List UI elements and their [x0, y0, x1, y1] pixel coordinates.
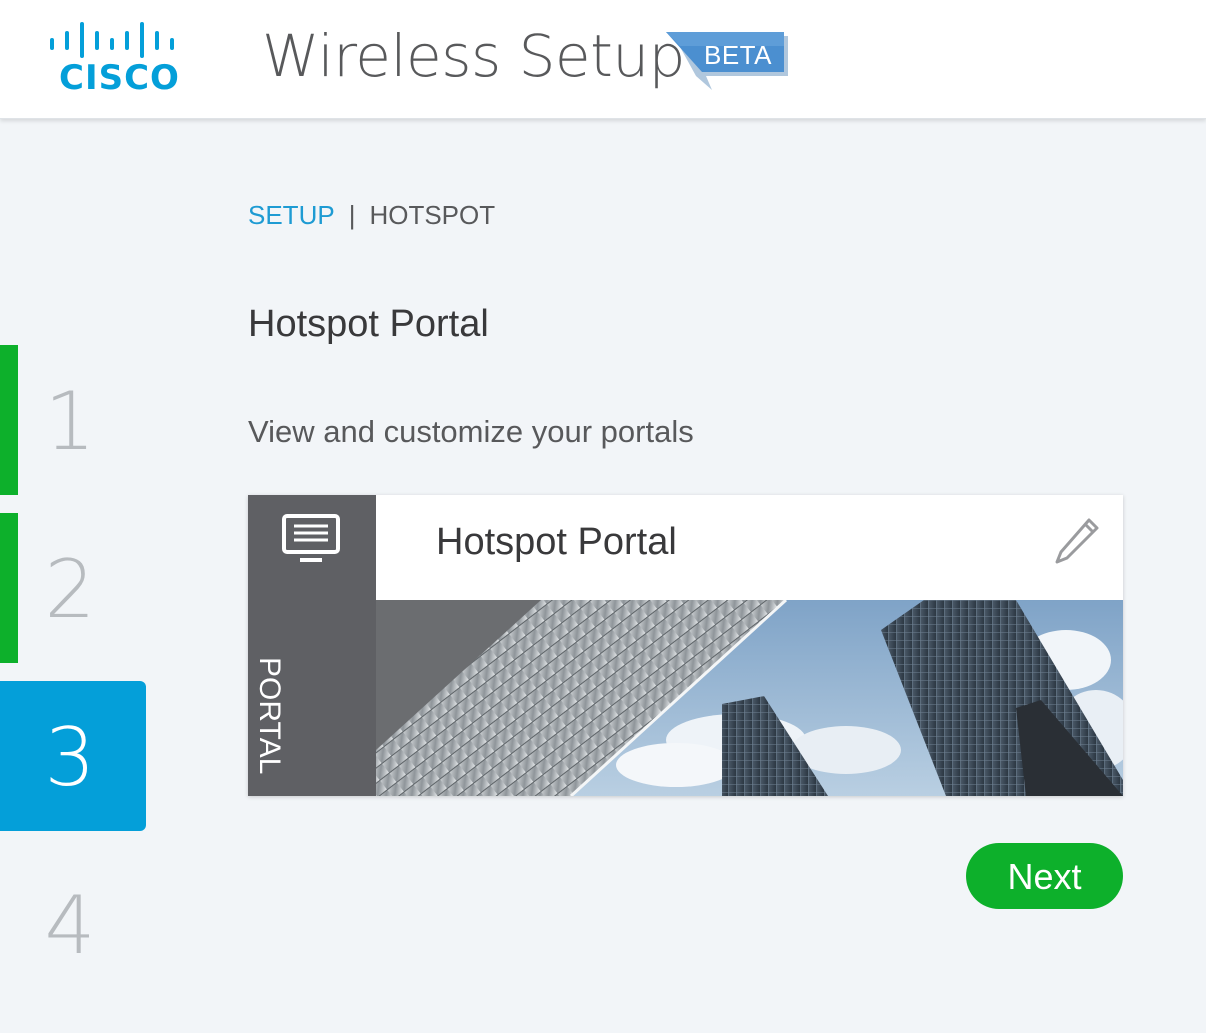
breadcrumb-setup-link[interactable]: SETUP [248, 200, 335, 230]
cisco-bars-icon [50, 22, 174, 58]
step-number: 3 [44, 711, 96, 804]
beta-label: BETA [704, 40, 772, 70]
step-number: 4 [44, 879, 96, 972]
page-subtitle: View and customize your portals [248, 414, 694, 449]
cisco-logo-text: CISCO [59, 58, 180, 98]
step-4[interactable]: 4 [0, 849, 146, 999]
breadcrumb-current: HOTSPOT [369, 200, 496, 230]
app-header: CISCO Wireless Setup BETA [0, 0, 1206, 119]
portal-card[interactable]: PORTAL Hotspot Portal [248, 495, 1123, 796]
breadcrumb: SETUP | HOTSPOT [248, 200, 495, 231]
cisco-logo: CISCO [48, 22, 180, 98]
step-3-active[interactable]: 3 [0, 681, 146, 831]
step-1[interactable]: 1 [0, 345, 146, 495]
app-title: Wireless Setup [262, 22, 685, 90]
step-number: 2 [44, 543, 96, 636]
step-number: 1 [44, 375, 96, 468]
next-button[interactable]: Next [966, 843, 1123, 909]
beta-badge: BETA [666, 32, 790, 92]
breadcrumb-separator: | [348, 200, 356, 230]
portal-preview-image [376, 600, 1123, 796]
page-title: Hotspot Portal [248, 303, 489, 345]
portal-type-text: PORTAL [253, 657, 286, 775]
portal-type-label: PORTAL [253, 657, 286, 787]
portal-type-panel: PORTAL [248, 495, 376, 796]
step-2[interactable]: 2 [0, 513, 146, 663]
monitor-icon [282, 514, 340, 562]
portal-name: Hotspot Portal [436, 521, 677, 563]
skyscrapers-photo [376, 600, 1123, 796]
pencil-icon[interactable] [1051, 516, 1101, 566]
